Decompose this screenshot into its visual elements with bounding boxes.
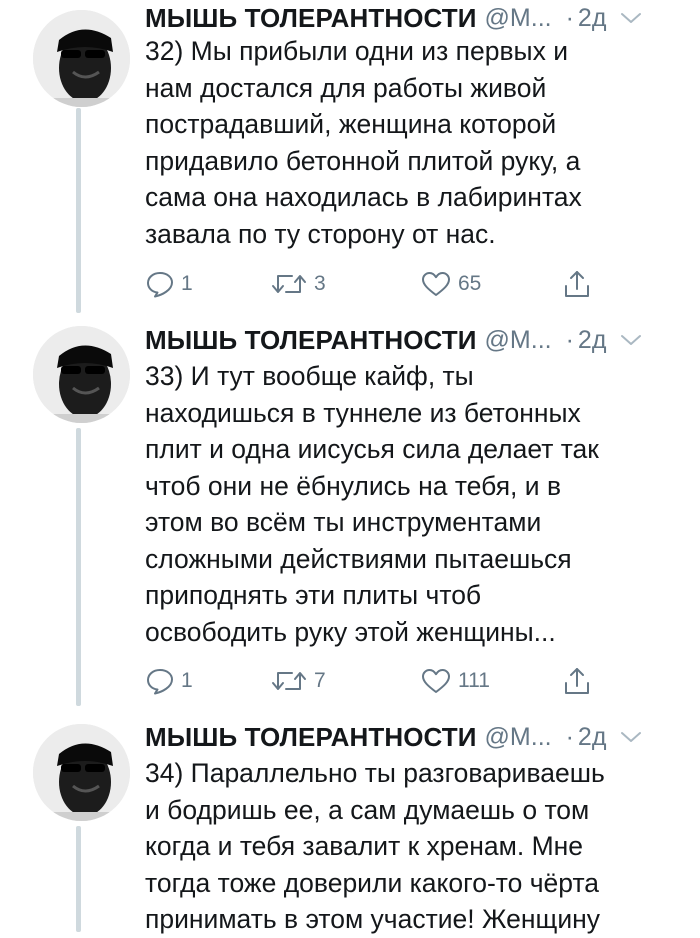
author-handle[interactable]: @M... <box>485 723 552 752</box>
author-name[interactable]: МЫШЬ ТОЛЕРАНТНОСТИ <box>145 722 477 753</box>
meta-separator: · <box>565 722 574 751</box>
avatar[interactable] <box>33 724 130 821</box>
avatar-image <box>33 724 130 821</box>
tweet-text: 34) Параллельно ты разговариваешь и бодр… <box>145 758 605 934</box>
timestamp[interactable]: 2д <box>578 723 607 752</box>
thread-line <box>76 826 81 932</box>
tweet-header: МЫШЬ ТОЛЕРАНТНОСТИ @M... · 2д <box>145 719 682 755</box>
chevron-down-icon[interactable] <box>620 730 642 744</box>
tweet-34[interactable]: МЫШЬ ТОЛЕРАНТНОСТИ @M... · 2д 34) Паралл… <box>0 0 700 934</box>
